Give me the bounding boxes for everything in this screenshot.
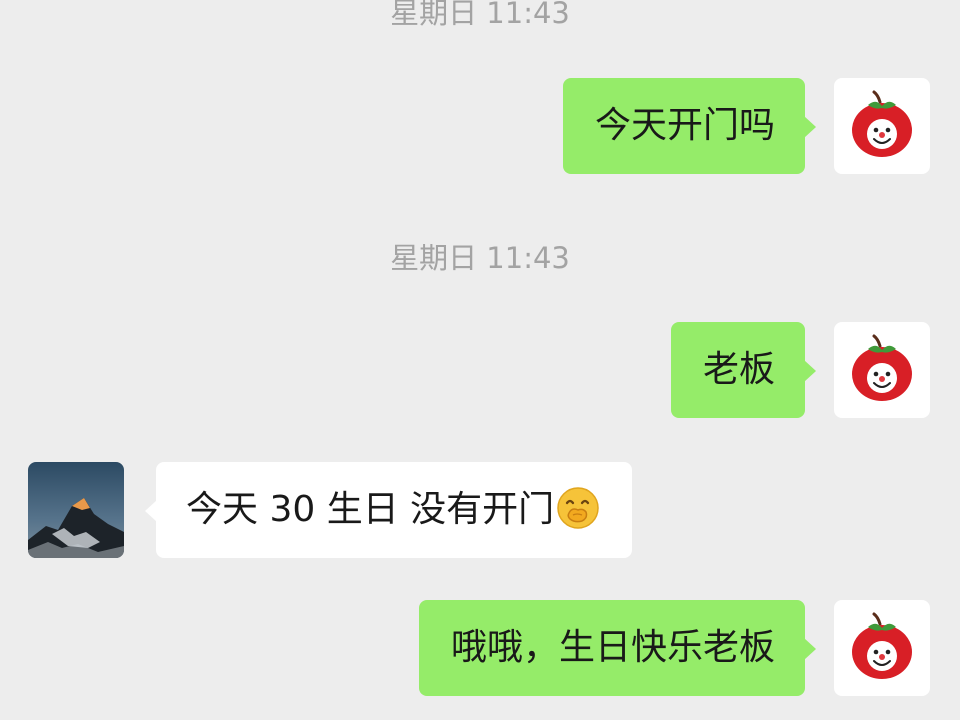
- tomato-clown-icon: [852, 612, 912, 679]
- timestamp: 星期日 11:43: [390, 0, 570, 30]
- message-text: 今天 30 生日 没有开门: [186, 489, 555, 530]
- timestamp: 星期日 11:43: [390, 241, 570, 275]
- self-avatar[interactable]: [834, 600, 930, 696]
- hand-over-mouth-emoji-icon: [557, 487, 599, 529]
- message-bubble-self[interactable]: 哦哦，生日快乐老板: [418, 600, 817, 696]
- contact-avatar[interactable]: [28, 462, 124, 558]
- mountain-peak-icon: [28, 462, 124, 558]
- self-avatar[interactable]: [834, 78, 930, 174]
- self-avatar[interactable]: [834, 322, 930, 418]
- message-bubble-self[interactable]: 老板: [670, 322, 817, 418]
- message-bubble-contact[interactable]: 今天 30 生日 没有开门: [144, 462, 633, 558]
- tomato-clown-icon: [852, 90, 912, 157]
- tomato-clown-icon: [852, 334, 912, 401]
- message-bubble-self[interactable]: 今天开门吗: [562, 78, 817, 174]
